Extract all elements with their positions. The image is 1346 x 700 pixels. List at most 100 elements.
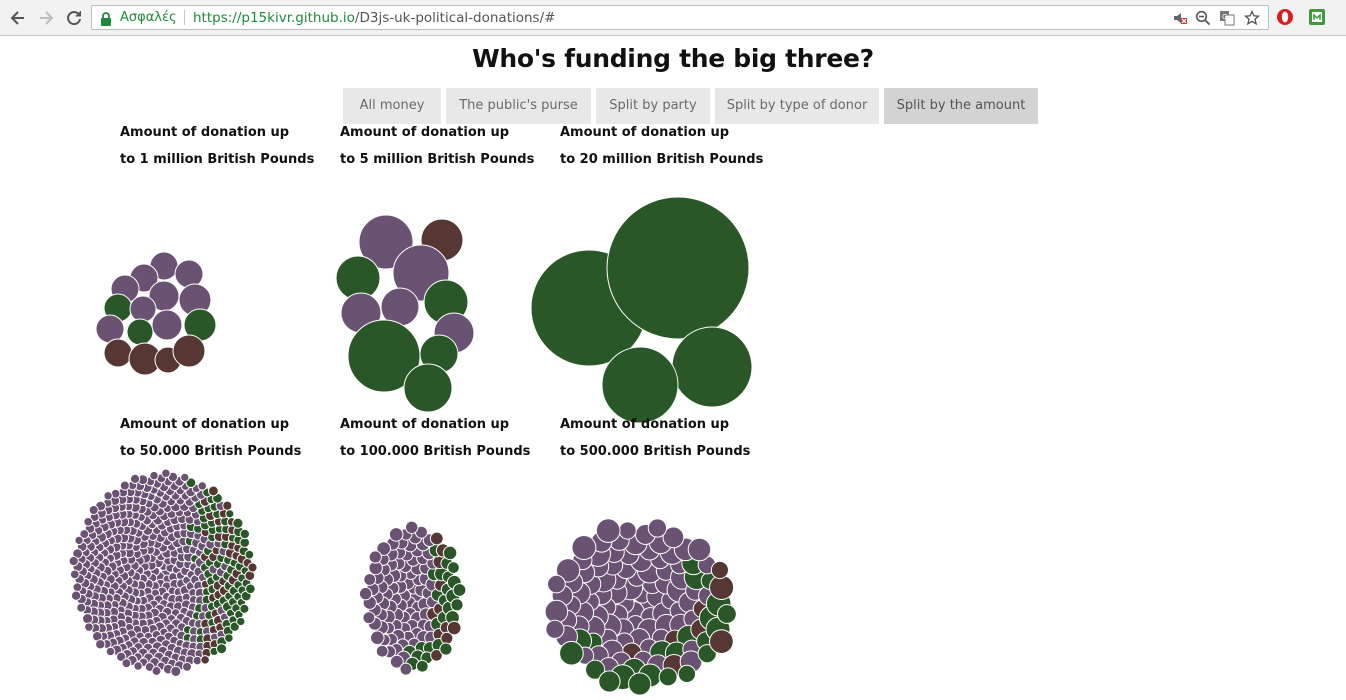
group-50k-bubble[interactable]	[236, 616, 246, 627]
group-500k-bubble[interactable]	[716, 604, 737, 624]
group-50k-bubble[interactable]	[239, 537, 251, 548]
group-100k-bubble[interactable]	[404, 520, 419, 535]
group-50k-bubble[interactable]	[151, 666, 162, 676]
group-1m-bubble[interactable]	[129, 295, 157, 323]
group-label-20m-line2: to 20 million British Pounds	[560, 152, 764, 167]
group-label-100k-line2: to 100.000 British Pounds	[340, 444, 531, 459]
group-50k-bubble[interactable]	[129, 473, 141, 485]
group-50k-bubble[interactable]	[74, 535, 84, 546]
group-20m-bubble[interactable]	[606, 196, 750, 340]
group-50k-bubble[interactable]	[88, 504, 99, 516]
group-label-50k-line1: Amount of donation up	[120, 417, 290, 432]
group-50k-bubble[interactable]	[216, 643, 228, 655]
group-label-1m-line1: Amount of donation up	[120, 125, 290, 140]
group-100k-bubble[interactable]	[370, 630, 385, 646]
group-label-50k: Amount of donation up to 50.000 British …	[120, 411, 301, 465]
group-20m-bubble[interactable]	[671, 326, 753, 408]
group-50k-bubble[interactable]	[119, 480, 130, 491]
group-50k-bubble[interactable]	[239, 603, 250, 614]
group-500k-bubble[interactable]	[559, 640, 584, 666]
group-50k-bubble[interactable]	[180, 472, 190, 483]
group-50k-bubble[interactable]	[69, 569, 80, 580]
group-500k-bubble[interactable]	[545, 619, 565, 639]
group-100k-bubble[interactable]	[375, 644, 389, 658]
group-500k-bubble[interactable]	[544, 599, 569, 624]
group-50k-bubble[interactable]	[239, 528, 250, 540]
group-500k-bubble[interactable]	[595, 518, 621, 543]
group-500k-bubble[interactable]	[618, 521, 637, 540]
group-50k-bubble[interactable]	[192, 655, 203, 666]
group-50k-bubble[interactable]	[149, 470, 159, 481]
group-1m-bubble[interactable]	[174, 259, 204, 289]
group-50k-bubble[interactable]	[245, 583, 256, 595]
group-500k-bubble[interactable]	[628, 672, 652, 696]
group-label-5m-line2: to 5 million British Pounds	[340, 152, 535, 167]
group-500k-bubble[interactable]	[547, 574, 566, 594]
group-50k-bubble[interactable]	[170, 665, 182, 677]
group-50k-bubble[interactable]	[84, 622, 94, 632]
group-50k-bubble[interactable]	[133, 661, 143, 671]
group-50k-bubble[interactable]	[232, 517, 244, 529]
group-label-100k: Amount of donation up to 100.000 British…	[340, 411, 530, 465]
group-50k-bubble[interactable]	[197, 481, 208, 491]
group-1m-bubble[interactable]	[151, 309, 183, 341]
group-50k-bubble[interactable]	[222, 500, 233, 511]
bubble-chart	[68, 196, 753, 696]
group-100k-bubble[interactable]	[452, 583, 467, 597]
group-label-20m-line1: Amount of donation up	[560, 125, 730, 140]
group-50k-bubble[interactable]	[82, 613, 94, 625]
group-label-1m-line2: to 1 million British Pounds	[120, 152, 315, 167]
group-500k-bubble[interactable]	[647, 518, 668, 538]
group-100k-bubble[interactable]	[439, 642, 453, 656]
group-50k-bubble[interactable]	[103, 491, 113, 501]
group-label-5m-line1: Amount of donation up	[340, 125, 510, 140]
group-100k-bubble[interactable]	[446, 620, 462, 636]
group-50k-bubble[interactable]	[105, 646, 116, 657]
group-50k-bubble[interactable]	[225, 509, 235, 519]
group-label-50k-line2: to 50.000 British Pounds	[120, 444, 302, 459]
group-500k-bubble[interactable]	[598, 670, 621, 693]
group-100k-bubble[interactable]	[450, 598, 464, 612]
group-50k-bubble[interactable]	[161, 468, 171, 479]
group-1m-bubble[interactable]	[126, 318, 154, 346]
group-50k-bubble[interactable]	[224, 633, 234, 643]
group-100k-bubble[interactable]	[362, 611, 376, 625]
group-50k-bubble[interactable]	[121, 658, 132, 669]
group-50k-bubble[interactable]	[207, 485, 219, 497]
group-5m-bubble[interactable]	[403, 363, 453, 413]
group-50k-bubble[interactable]	[83, 516, 94, 527]
group-label-500k-line2: to 500.000 British Pounds	[560, 444, 751, 459]
group-50k-bubble[interactable]	[247, 562, 258, 573]
group-100k-bubble[interactable]	[358, 587, 373, 601]
group-50k-bubble[interactable]	[76, 602, 87, 613]
group-100k-bubble[interactable]	[399, 662, 413, 676]
group-100k-bubble[interactable]	[368, 550, 382, 564]
group-100k-bubble[interactable]	[415, 659, 429, 673]
group-50k-bubble[interactable]	[70, 590, 82, 601]
group-label-5m: Amount of donation up to 5 million Briti…	[340, 119, 534, 173]
group-label-1m: Amount of donation up to 1 million Briti…	[120, 119, 314, 173]
group-50k-bubble[interactable]	[200, 655, 210, 665]
group-label-100k-line1: Amount of donation up	[340, 417, 510, 432]
group-50k-bubble[interactable]	[182, 661, 192, 672]
group-1m-bubble[interactable]	[172, 334, 206, 368]
group-50k-bubble[interactable]	[244, 549, 255, 560]
group-500k-bubble[interactable]	[571, 535, 597, 560]
group-500k-bubble[interactable]	[658, 667, 678, 687]
group-label-20m: Amount of donation up to 20 million Brit…	[560, 119, 763, 173]
group-100k-bubble[interactable]	[388, 527, 404, 542]
group-label-500k-line1: Amount of donation up	[560, 417, 730, 432]
group-100k-bubble[interactable]	[429, 531, 444, 546]
group-100k-bubble[interactable]	[363, 573, 377, 586]
group-100k-bubble[interactable]	[447, 561, 460, 574]
group-500k-bubble[interactable]	[710, 560, 729, 580]
group-50k-bubble[interactable]	[72, 582, 83, 593]
group-500k-bubble[interactable]	[709, 574, 735, 600]
group-500k-bubble[interactable]	[677, 664, 697, 684]
group-500k-bubble[interactable]	[709, 629, 734, 654]
group-100k-bubble[interactable]	[442, 545, 458, 561]
group-1m-bubble[interactable]	[103, 338, 133, 368]
group-500k-bubble[interactable]	[687, 537, 712, 562]
group-50k-bubble[interactable]	[68, 555, 79, 567]
group-50k-bubble[interactable]	[95, 639, 106, 650]
